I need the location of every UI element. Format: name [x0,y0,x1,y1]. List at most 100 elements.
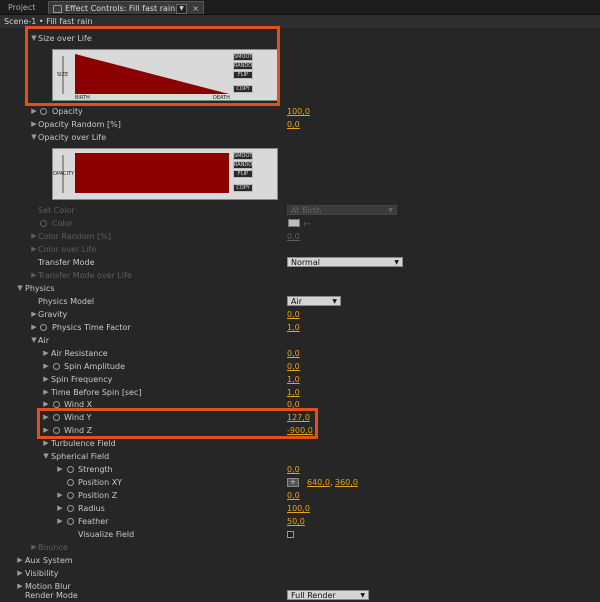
chevron-down-icon[interactable]: ▼ [176,4,187,14]
bounce-row[interactable]: ▶ Bounce [0,541,600,554]
physics-time-factor-row[interactable]: ▶ Physics Time Factor 1,0 [0,321,600,334]
opacity-over-life-row[interactable]: ▼ Opacity over Life [0,131,600,144]
twirl-open-icon[interactable]: ▼ [30,334,38,347]
twirl-open-icon[interactable]: ▼ [16,282,24,295]
visibility-row[interactable]: ▶ Visibility [0,567,600,580]
twirl-closed-icon[interactable]: ▶ [16,567,24,580]
random-button[interactable]: RANDOM [233,161,257,169]
opacity-curve-area[interactable] [75,153,229,193]
visualize-field-row[interactable]: Visualize Field [0,528,600,541]
twirl-closed-icon[interactable]: ▶ [42,411,50,424]
wind-x-value[interactable]: 0,0 [287,398,300,411]
turbulence-field-row[interactable]: ▶ Turbulence Field [0,437,600,450]
physics-model-row[interactable]: Physics Model Air ▼ [0,295,600,308]
position-x-value[interactable]: 640,0 [307,476,330,489]
render-mode-select[interactable]: Full Render ▼ [287,590,369,600]
smooth-button[interactable]: SMOOTH [233,152,256,160]
air-resistance-row[interactable]: ▶ Air Resistance 0,0 [0,347,600,360]
wind-y-row[interactable]: ▶ Wind Y 127,0 [0,411,600,424]
spin-amplitude-value[interactable]: 0,0 [287,360,300,373]
stopwatch-icon[interactable] [40,324,47,331]
twirl-closed-icon[interactable]: ▶ [56,502,64,515]
stopwatch-icon[interactable] [53,414,60,421]
wind-z-value[interactable]: -900,0 [287,424,313,437]
flip-button[interactable]: FLIP [233,71,253,79]
size-curve-area[interactable] [75,54,229,94]
color-random-row[interactable]: ▶ Color Random [%] 0,0 [0,230,600,243]
twirl-closed-icon[interactable]: ▶ [30,243,38,256]
gravity-row[interactable]: ▶ Gravity 0,0 [0,308,600,321]
position-z-row[interactable]: ▶ Position Z 0,0 [0,489,600,502]
gravity-value[interactable]: 0,0 [287,308,300,321]
stopwatch-icon[interactable] [67,492,74,499]
stopwatch-icon[interactable] [53,427,60,434]
close-icon[interactable]: × [192,2,199,15]
stopwatch-icon[interactable] [53,363,60,370]
smooth-button[interactable]: SMOOTH [233,53,256,61]
air-resistance-value[interactable]: 0,0 [287,347,300,360]
radius-row[interactable]: ▶ Radius 100,0 [0,502,600,515]
stopwatch-icon[interactable] [40,220,47,227]
stopwatch-icon[interactable] [40,108,47,115]
spin-amplitude-row[interactable]: ▶ Spin Amplitude 0,0 [0,360,600,373]
twirl-closed-icon[interactable]: ▶ [42,398,50,411]
feather-value[interactable]: 50,0 [287,515,305,528]
twirl-closed-icon[interactable]: ▶ [30,308,38,321]
opacity-random-value[interactable]: 0,0 [287,118,300,131]
twirl-closed-icon[interactable]: ▶ [42,424,50,437]
lock-icon[interactable] [53,4,62,13]
render-mode-row[interactable]: Render Mode Full Render ▼ [0,589,600,602]
crosshair-icon[interactable]: ✛ [287,478,299,487]
set-color-select[interactable]: At Birth ▼ [287,205,397,215]
physics-row[interactable]: ▼ Physics [0,282,600,295]
stopwatch-icon[interactable] [67,505,74,512]
physics-time-factor-value[interactable]: 1,0 [287,321,300,334]
twirl-closed-icon[interactable]: ▶ [42,437,50,450]
twirl-closed-icon[interactable]: ▶ [16,554,24,567]
twirl-open-icon[interactable]: ▼ [30,32,38,45]
aux-system-row[interactable]: ▶ Aux System [0,554,600,567]
random-button[interactable]: RANDOM [233,62,257,70]
transfer-mode-select[interactable]: Normal ▼ [287,257,403,267]
strength-row[interactable]: ▶ Strength 0,0 [0,463,600,476]
wind-x-row[interactable]: ▶ Wind X 0,0 [0,398,600,411]
position-y-value[interactable]: 360,0 [335,476,358,489]
twirl-open-icon[interactable]: ▼ [30,131,38,144]
transfer-mode-row[interactable]: Transfer Mode Normal ▼ [0,256,600,269]
twirl-closed-icon[interactable]: ▶ [42,347,50,360]
color-random-value[interactable]: 0,0 [287,230,300,243]
visualize-field-checkbox[interactable] [287,531,294,538]
set-color-row[interactable]: Set Color At Birth ▼ [0,204,600,217]
twirl-open-icon[interactable]: ▼ [42,450,50,463]
wind-y-value[interactable]: 127,0 [287,411,310,424]
position-xy-row[interactable]: Position XY ✛ 640,0 , 360,0 [0,476,600,489]
twirl-closed-icon[interactable]: ▶ [42,373,50,386]
copy-button[interactable]: COPY [233,184,253,192]
color-over-life-row[interactable]: ▶ Color over Life [0,243,600,256]
stopwatch-icon[interactable] [67,479,74,486]
strength-value[interactable]: 0,0 [287,463,300,476]
transfer-mode-over-life-row[interactable]: ▶ Transfer Mode over Life [0,269,600,282]
stopwatch-icon[interactable] [67,466,74,473]
copy-button[interactable]: COPY [233,85,253,93]
stopwatch-icon[interactable] [67,518,74,525]
twirl-closed-icon[interactable]: ▶ [56,489,64,502]
twirl-closed-icon[interactable]: ▶ [30,541,38,554]
opacity-random-row[interactable]: ▶ Opacity Random [%] 0,0 [0,118,600,131]
twirl-closed-icon[interactable]: ▶ [30,321,38,334]
physics-model-select[interactable]: Air ▼ [287,296,341,306]
opacity-value[interactable]: 100,0 [287,105,310,118]
twirl-closed-icon[interactable]: ▶ [30,269,38,282]
air-row[interactable]: ▼ Air [0,334,600,347]
twirl-closed-icon[interactable]: ▶ [42,360,50,373]
wind-z-row[interactable]: ▶ Wind Z -900,0 [0,424,600,437]
tab-effect-controls[interactable]: Effect Controls: Fill fast rain ▼ × [48,1,204,14]
radius-value[interactable]: 100,0 [287,502,310,515]
stopwatch-icon[interactable] [53,401,60,408]
color-row[interactable]: Color ⟝ [0,217,600,230]
twirl-closed-icon[interactable]: ▶ [30,230,38,243]
flip-button[interactable]: FLIP [233,170,253,178]
spherical-field-row[interactable]: ▼ Spherical Field [0,450,600,463]
eyedropper-icon[interactable]: ⟝ [304,217,311,230]
feather-row[interactable]: ▶ Feather 50,0 [0,515,600,528]
